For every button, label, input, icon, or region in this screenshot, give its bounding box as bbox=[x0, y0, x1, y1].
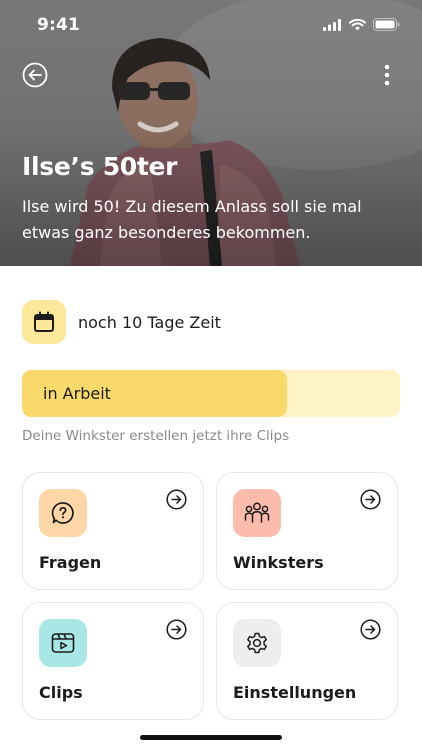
back-button[interactable] bbox=[22, 62, 48, 88]
progress-label: in Arbeit bbox=[43, 384, 111, 403]
arrow-right-icon bbox=[360, 489, 381, 510]
wifi-icon bbox=[349, 18, 366, 30]
card-icon-tile bbox=[233, 619, 281, 667]
battery-icon bbox=[373, 18, 400, 31]
status-bar: 9:41 bbox=[0, 0, 422, 52]
deadline-text: noch 10 Tage Zeit bbox=[78, 312, 221, 332]
video-clip-icon bbox=[51, 633, 75, 653]
home-indicator[interactable] bbox=[140, 735, 282, 740]
card-label: Fragen bbox=[39, 553, 102, 572]
card-label: Winksters bbox=[233, 553, 324, 572]
progress-hint: Deine Winkster erstellen jetzt ihre Clip… bbox=[22, 428, 290, 444]
card-einstellungen[interactable]: Einstellungen bbox=[216, 602, 398, 720]
status-icons bbox=[323, 18, 400, 31]
card-clips[interactable]: Clips bbox=[22, 602, 204, 720]
arrow-right-icon bbox=[360, 619, 381, 640]
event-title: Ilse’s 50ter bbox=[22, 152, 178, 181]
cellular-signal-icon bbox=[323, 18, 341, 31]
card-fragen[interactable]: Fragen bbox=[22, 472, 204, 590]
gear-icon bbox=[247, 632, 267, 654]
question-bubble-icon bbox=[51, 502, 74, 524]
deadline-row: noch 10 Tage Zeit bbox=[22, 300, 402, 344]
card-label: Einstellungen bbox=[233, 683, 357, 702]
more-options-icon[interactable] bbox=[376, 62, 398, 88]
arrow-right-icon bbox=[166, 619, 187, 640]
card-label: Clips bbox=[39, 683, 83, 702]
calendar-icon bbox=[34, 311, 54, 332]
card-winksters[interactable]: Winksters bbox=[216, 472, 398, 590]
status-time: 9:41 bbox=[37, 15, 81, 35]
event-description: Ilse wird 50! Zu diesem Anlass soll sie … bbox=[22, 197, 362, 242]
card-icon-tile bbox=[39, 489, 87, 537]
card-icon-tile bbox=[233, 489, 281, 537]
people-group-icon bbox=[244, 502, 270, 523]
card-icon-tile bbox=[39, 619, 87, 667]
hero-header: 9:41 Ilse’s 50ter Ilse wird 50! Zu diese… bbox=[0, 0, 422, 266]
calendar-tile bbox=[22, 300, 66, 344]
progress-bar: in Arbeit bbox=[22, 370, 400, 417]
arrow-right-icon bbox=[166, 489, 187, 510]
